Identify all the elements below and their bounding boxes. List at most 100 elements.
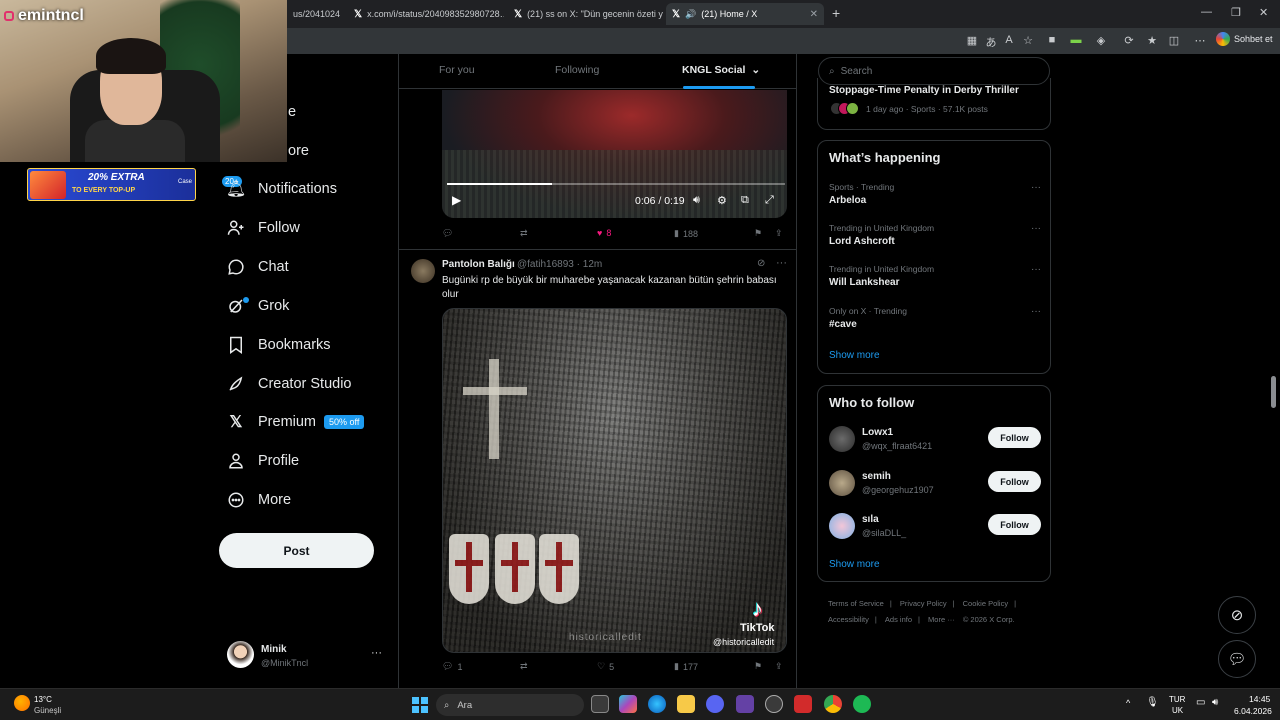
- more-options-icon[interactable]: ⋯: [1193, 34, 1207, 47]
- author-avatar[interactable]: [411, 259, 435, 283]
- trend-item[interactable]: Trending in United Kingdom Lord Ashcroft…: [829, 223, 1041, 255]
- follow-suggestion[interactable]: Lowx1 @wqx_flraat6421 Follow: [829, 424, 1041, 454]
- footer-more[interactable]: More ···: [928, 615, 955, 624]
- grok-fab-button[interactable]: ⊘: [1218, 596, 1256, 634]
- like-button[interactable]: ♡ 5: [597, 661, 614, 672]
- browser-tab-active[interactable]: 𝕏 🔊 (21) Home / X ✕: [666, 3, 824, 25]
- extension-icon[interactable]: ◈: [1094, 34, 1108, 47]
- nav-explore-partial[interactable]: e: [288, 104, 296, 120]
- copilot-chat-button[interactable]: Sohbet et: [1216, 32, 1273, 46]
- more-dots-icon[interactable]: ···: [1031, 223, 1041, 234]
- footer-terms[interactable]: Terms of Service: [828, 599, 884, 608]
- share-icon[interactable]: ⇪: [775, 661, 783, 672]
- window-close-icon[interactable]: ✕: [1259, 6, 1268, 19]
- minimize-icon[interactable]: —: [1201, 6, 1212, 18]
- nav-chat[interactable]: Chat: [226, 255, 289, 279]
- views-button[interactable]: ▮ 177: [674, 661, 698, 672]
- footer-cookie[interactable]: Cookie Policy: [963, 599, 1008, 608]
- news-card[interactable]: Stoppage-Time Penalty in Derby Thriller …: [817, 78, 1051, 130]
- footer-accessibility[interactable]: Accessibility: [828, 615, 869, 624]
- author-name[interactable]: Pantolon Balığı: [442, 259, 515, 270]
- video-progress-bar[interactable]: [447, 183, 785, 185]
- author-handle[interactable]: @fatih16893: [517, 259, 574, 270]
- ad-banner[interactable]: 20% EXTRA TO EVERY TOP-UP Case: [27, 168, 196, 201]
- tab-kngl-social[interactable]: KNGL Social ⌄: [682, 64, 760, 76]
- browser-tab[interactable]: us/2041024 ✕: [287, 3, 343, 25]
- follow-suggestion[interactable]: semih @georgehuz1907 Follow: [829, 468, 1041, 498]
- maximize-icon[interactable]: ❐: [1231, 6, 1241, 19]
- volume-icon[interactable]: 🔊︎: [693, 194, 700, 207]
- clock-date[interactable]: 6.04.2026: [1234, 706, 1272, 716]
- close-tab-icon[interactable]: ✕: [340, 9, 343, 20]
- bookmark-icon[interactable]: ⚑: [754, 661, 762, 672]
- trend-item[interactable]: Trending in United Kingdom Will Lankshea…: [829, 264, 1041, 296]
- favorite-star-icon[interactable]: ☆: [1021, 34, 1035, 47]
- show-more-link[interactable]: Show more: [829, 350, 880, 361]
- more-dots-icon[interactable]: ···: [1031, 264, 1041, 275]
- tab-for-you[interactable]: For you: [439, 64, 475, 76]
- nav-creator-studio[interactable]: Creator Studio: [226, 372, 352, 396]
- footer-ads[interactable]: Ads info: [885, 615, 912, 624]
- adobe-app-icon[interactable]: [794, 695, 812, 713]
- picture-in-picture-icon[interactable]: ⧉: [741, 194, 749, 207]
- copilot-app-icon[interactable]: [619, 695, 637, 713]
- repost-icon[interactable]: ⇄: [520, 661, 528, 672]
- battery-extension-icon[interactable]: ▬: [1069, 34, 1083, 46]
- translate-icon[interactable]: あ: [984, 34, 998, 50]
- weather-sun-icon[interactable]: [14, 695, 30, 711]
- grok-explain-icon[interactable]: ⊘: [757, 258, 765, 269]
- nav-more-partial[interactable]: ore: [288, 143, 309, 159]
- chrome-app-icon[interactable]: [824, 695, 842, 713]
- follow-button[interactable]: Follow: [988, 514, 1041, 535]
- post[interactable]: Pantolon Balığı @fatih16893 · 12m ⊘ ··· …: [399, 249, 796, 672]
- browser-tab[interactable]: 𝕏 x.com/i/status/204098352980728… ✕: [348, 3, 504, 25]
- bookmark-icon[interactable]: ⚑: [754, 228, 762, 239]
- speaker-icon[interactable]: 🔊︎: [1212, 697, 1218, 708]
- monitor-icon[interactable]: ▭: [1196, 697, 1205, 708]
- edge-app-icon[interactable]: [648, 695, 666, 713]
- video-player[interactable]: ▶ 0:06 / 0:19 🔊︎ ⚙ ⧉ ⤢: [442, 90, 787, 218]
- trend-item[interactable]: Only on X · Trending #cave ···: [829, 306, 1041, 338]
- share-icon[interactable]: ⇪: [775, 228, 783, 239]
- follow-button[interactable]: Follow: [988, 471, 1041, 492]
- keyboard-layout[interactable]: UK: [1172, 706, 1183, 715]
- reply-button[interactable]: 💬︎ 1: [442, 661, 462, 672]
- windows-start-button[interactable]: [412, 697, 428, 713]
- chevron-up-icon[interactable]: ^: [1126, 698, 1130, 708]
- clock-time[interactable]: 14:45: [1249, 694, 1270, 704]
- tab-following[interactable]: Following: [555, 64, 599, 76]
- collections-icon[interactable]: ⟳: [1122, 34, 1136, 47]
- microphone-icon[interactable]: 🎙︎: [1146, 697, 1159, 708]
- more-dots-icon[interactable]: ···: [1031, 306, 1041, 317]
- file-explorer-icon[interactable]: [677, 695, 695, 713]
- new-tab-button[interactable]: +: [832, 5, 840, 21]
- trend-item[interactable]: Sports · Trending Arbeloa ···: [829, 182, 1041, 214]
- more-dots-icon[interactable]: ···: [1031, 182, 1041, 193]
- post-button[interactable]: Post: [219, 533, 374, 568]
- avatar[interactable]: [829, 470, 855, 496]
- spotify-app-icon[interactable]: [853, 695, 871, 713]
- views-button[interactable]: ▮ 188: [674, 228, 698, 239]
- reply-icon[interactable]: 💬︎: [442, 228, 453, 239]
- more-dots-icon[interactable]: ···: [776, 257, 787, 269]
- weather-temperature[interactable]: 13°C: [34, 695, 52, 704]
- favorites-icon[interactable]: ★: [1145, 34, 1159, 47]
- page-scrollbar[interactable]: [1271, 376, 1276, 408]
- like-button[interactable]: ♥ 8: [597, 228, 611, 238]
- close-tab-icon[interactable]: ✕: [804, 9, 818, 20]
- nav-more[interactable]: More: [226, 488, 291, 512]
- avatar[interactable]: [829, 513, 855, 539]
- nav-bookmarks[interactable]: Bookmarks: [226, 333, 331, 357]
- extension-icon[interactable]: ■: [1045, 34, 1059, 46]
- grid-icon[interactable]: ▦: [965, 34, 979, 47]
- play-icon[interactable]: ▶: [452, 193, 461, 207]
- follow-suggestion[interactable]: sıla @silaDLL_ Follow: [829, 511, 1041, 541]
- news-headline[interactable]: Stoppage-Time Penalty in Derby Thriller: [829, 85, 1019, 96]
- obs-app-icon[interactable]: [765, 695, 783, 713]
- settings-gear-icon[interactable]: ⚙: [717, 194, 727, 207]
- post-video[interactable]: historicalledit ♪ TikTok @historicalledi…: [442, 308, 787, 653]
- weather-description[interactable]: Güneşli: [34, 706, 61, 715]
- taskbar-search[interactable]: ⌕ Ara: [436, 694, 584, 716]
- more-dots-icon[interactable]: ···: [371, 647, 382, 659]
- read-aloud-icon[interactable]: A: [1002, 34, 1016, 46]
